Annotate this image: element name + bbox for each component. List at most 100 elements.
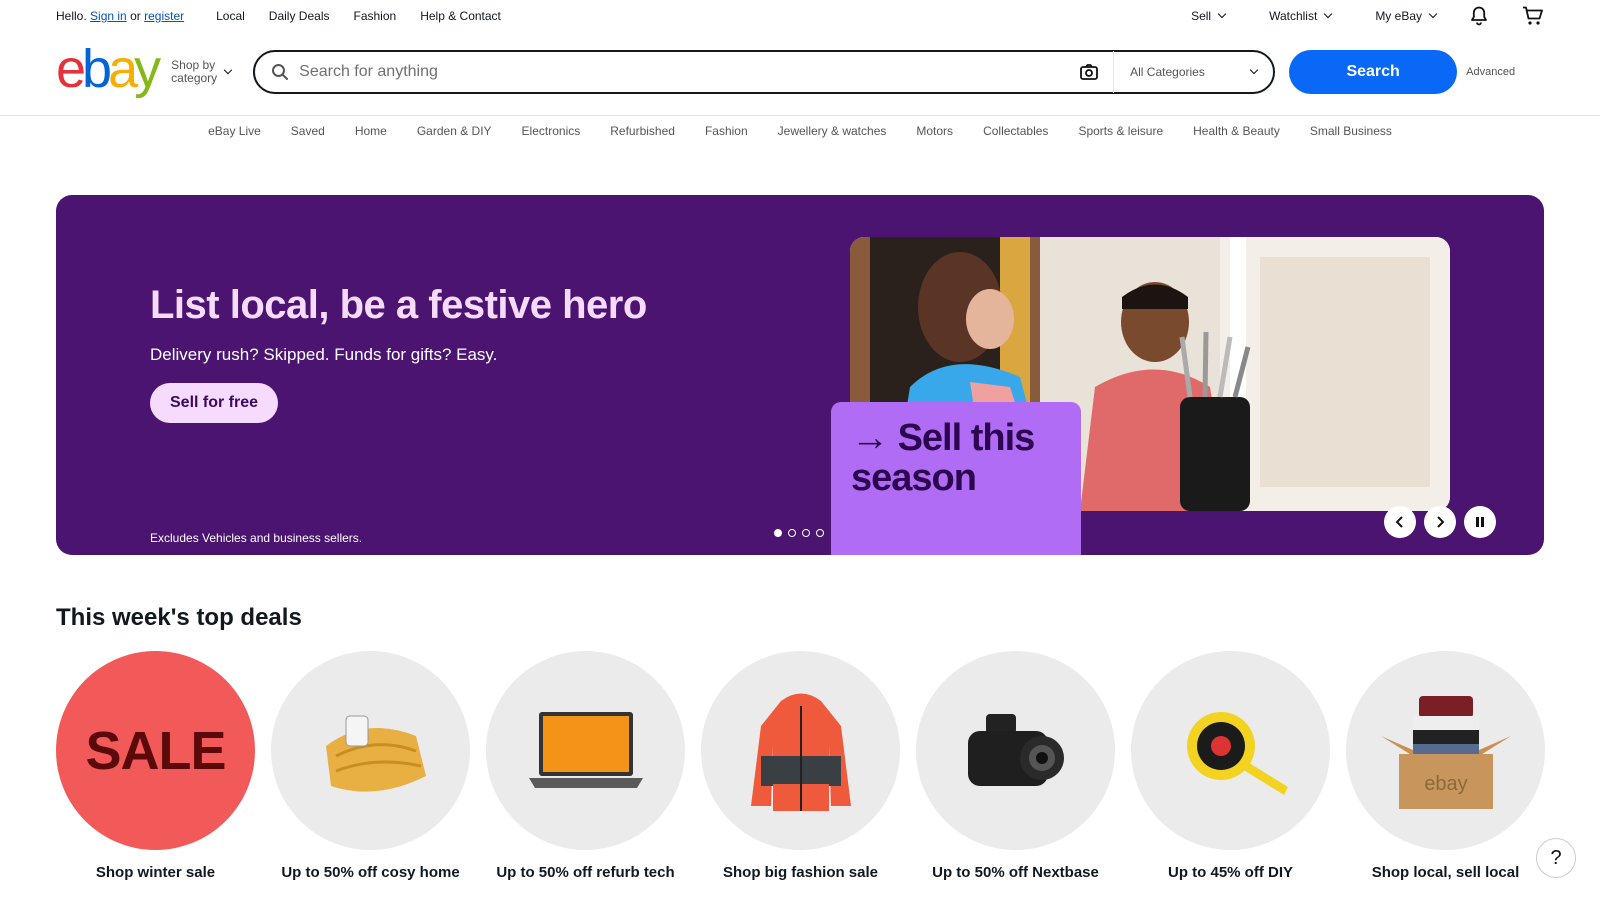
deal-card[interactable]: ebay Shop local, sell local [1346,651,1545,881]
main-header: ebay Shop by category All Categories Sea… [56,42,1544,102]
search-icon [272,64,289,80]
carousel-prev-button[interactable] [1384,506,1416,538]
catnav-electronics[interactable]: Electronics [522,124,581,144]
deal-image-tape-measure [1131,651,1330,850]
chevron-down-icon [1324,9,1333,19]
hero-exclusion-note: Excludes Vehicles and business sellers. [150,531,363,545]
logo-b: b [82,39,112,99]
help-button[interactable]: ? [1536,838,1576,878]
chevron-left-icon [1395,516,1403,528]
catnav-fashion[interactable]: Fashion [705,124,748,144]
shop-by-category-label: Shop by category [171,58,218,85]
carousel-dots [774,529,824,537]
category-select-value: All Categories [1130,65,1205,79]
deal-label: Up to 45% off DIY [1167,864,1293,881]
deal-image-laptop [486,651,685,850]
deal-card[interactable]: Shop big fashion sale [701,651,900,881]
deal-image-box: ebay [1346,651,1545,850]
deal-card[interactable]: Up to 50% off refurb tech [486,651,685,881]
carousel-dot-1[interactable] [774,529,782,537]
catnav-small-business[interactable]: Small Business [1310,124,1392,144]
search-input[interactable] [299,63,1060,81]
deal-label: Up to 50% off Nextbase [932,864,1099,881]
chevron-down-icon [1217,9,1227,19]
tag-line-2: season [851,457,977,499]
hero-subtitle: Delivery rush? Skipped. Funds for gifts?… [150,345,498,364]
top-bar: Hello. Sign in or register Local Daily D… [56,0,1544,32]
sell-label: Sell [1191,9,1212,23]
tag-line-1: Sell this [897,417,1036,459]
top-link-fashion[interactable]: Fashion [353,9,396,23]
catnav-health-beauty[interactable]: Health & Beauty [1193,124,1280,144]
register-link[interactable]: register [144,9,184,23]
top-deals-row: SALE Shop winter sale Up to 50% off cosy… [56,651,1545,881]
deal-image-blanket [271,651,470,850]
deal-image-jacket [701,651,900,850]
carousel-dot-4[interactable] [816,529,824,537]
top-deals-title: This week's top deals [56,604,302,631]
ebay-logo[interactable]: ebay [56,39,161,99]
pause-icon [1476,517,1484,527]
logo-e: e [56,39,86,99]
cart-icon[interactable] [1522,5,1544,27]
catnav-home[interactable]: Home [355,124,387,144]
catnav-jewellery-watches[interactable]: Jewellery & watches [778,124,887,144]
top-link-daily-deals[interactable]: Daily Deals [269,9,330,23]
top-link-local[interactable]: Local [216,9,245,23]
catnav-ebay-live[interactable]: eBay Live [208,124,261,144]
camera-icon[interactable] [1079,62,1099,82]
deal-label: Shop big fashion sale [722,864,879,881]
deal-card[interactable]: SALE Shop winter sale [56,651,255,881]
deal-image-dashcam [916,651,1115,850]
carousel-pause-button[interactable] [1464,506,1496,538]
deal-label: Up to 50% off cosy home [281,864,460,881]
header-divider [0,115,1600,116]
top-link-help-contact[interactable]: Help & Contact [420,9,501,23]
catnav-motors[interactable]: Motors [916,124,953,144]
catnav-saved[interactable]: Saved [291,124,325,144]
greeting: Hello. Sign in or register [56,9,184,23]
watchlist-label: Watchlist [1269,9,1318,23]
greeting-or: or [130,9,141,23]
deal-card[interactable]: Up to 45% off DIY [1131,651,1330,881]
catnav-garden-diy[interactable]: Garden & DIY [417,124,492,144]
hero-title: List local, be a festive hero [150,283,647,327]
chevron-down-icon [1428,9,1438,19]
sell-menu[interactable]: Sell [1191,9,1227,23]
deal-card[interactable]: Up to 50% off cosy home [271,651,470,881]
hero-banner[interactable]: List local, be a festive hero Delivery r… [56,195,1544,555]
category-nav: eBay Live Saved Home Garden & DIY Electr… [0,124,1600,144]
catnav-refurbished[interactable]: Refurbished [610,124,675,144]
logo-a: a [108,39,138,99]
greeting-prefix: Hello. [56,9,87,23]
deal-card[interactable]: Up to 50% off Nextbase [916,651,1115,881]
chevron-down-icon [224,65,233,75]
catnav-collectables[interactable]: Collectables [983,124,1048,144]
sign-in-link[interactable]: Sign in [90,9,127,23]
deal-label: Shop winter sale [95,864,216,881]
watchlist-menu[interactable]: Watchlist [1269,9,1333,23]
search-button[interactable]: Search [1289,50,1458,94]
deal-label: Shop local, sell local [1371,864,1520,881]
shop-by-category-button[interactable]: Shop by category [171,58,233,85]
deal-image-sale: SALE [56,651,255,850]
logo-y: y [134,39,161,99]
search-bar: All Categories [253,50,1276,94]
deal-label: Up to 50% off refurb tech [496,864,675,881]
category-select[interactable]: All Categories [1113,51,1273,93]
box-ebay-logo: ebay [1424,773,1467,795]
carousel-next-button[interactable] [1424,506,1456,538]
my-ebay-menu[interactable]: My eBay [1375,9,1438,23]
sale-text: SALE [85,720,226,781]
carousel-dot-3[interactable] [802,529,810,537]
carousel-dot-2[interactable] [788,529,796,537]
arrow-right-icon: → [851,417,889,459]
sell-for-free-button[interactable]: Sell for free [150,383,279,423]
notifications-bell-icon[interactable] [1468,5,1490,27]
chevron-right-icon [1437,516,1445,528]
sell-this-season-tag: → Sell this season [831,402,1081,555]
my-ebay-label: My eBay [1375,9,1422,23]
advanced-search-link[interactable]: Advanced [1466,66,1515,78]
catnav-sports-leisure[interactable]: Sports & leisure [1078,124,1163,144]
chevron-down-icon [1249,65,1259,75]
